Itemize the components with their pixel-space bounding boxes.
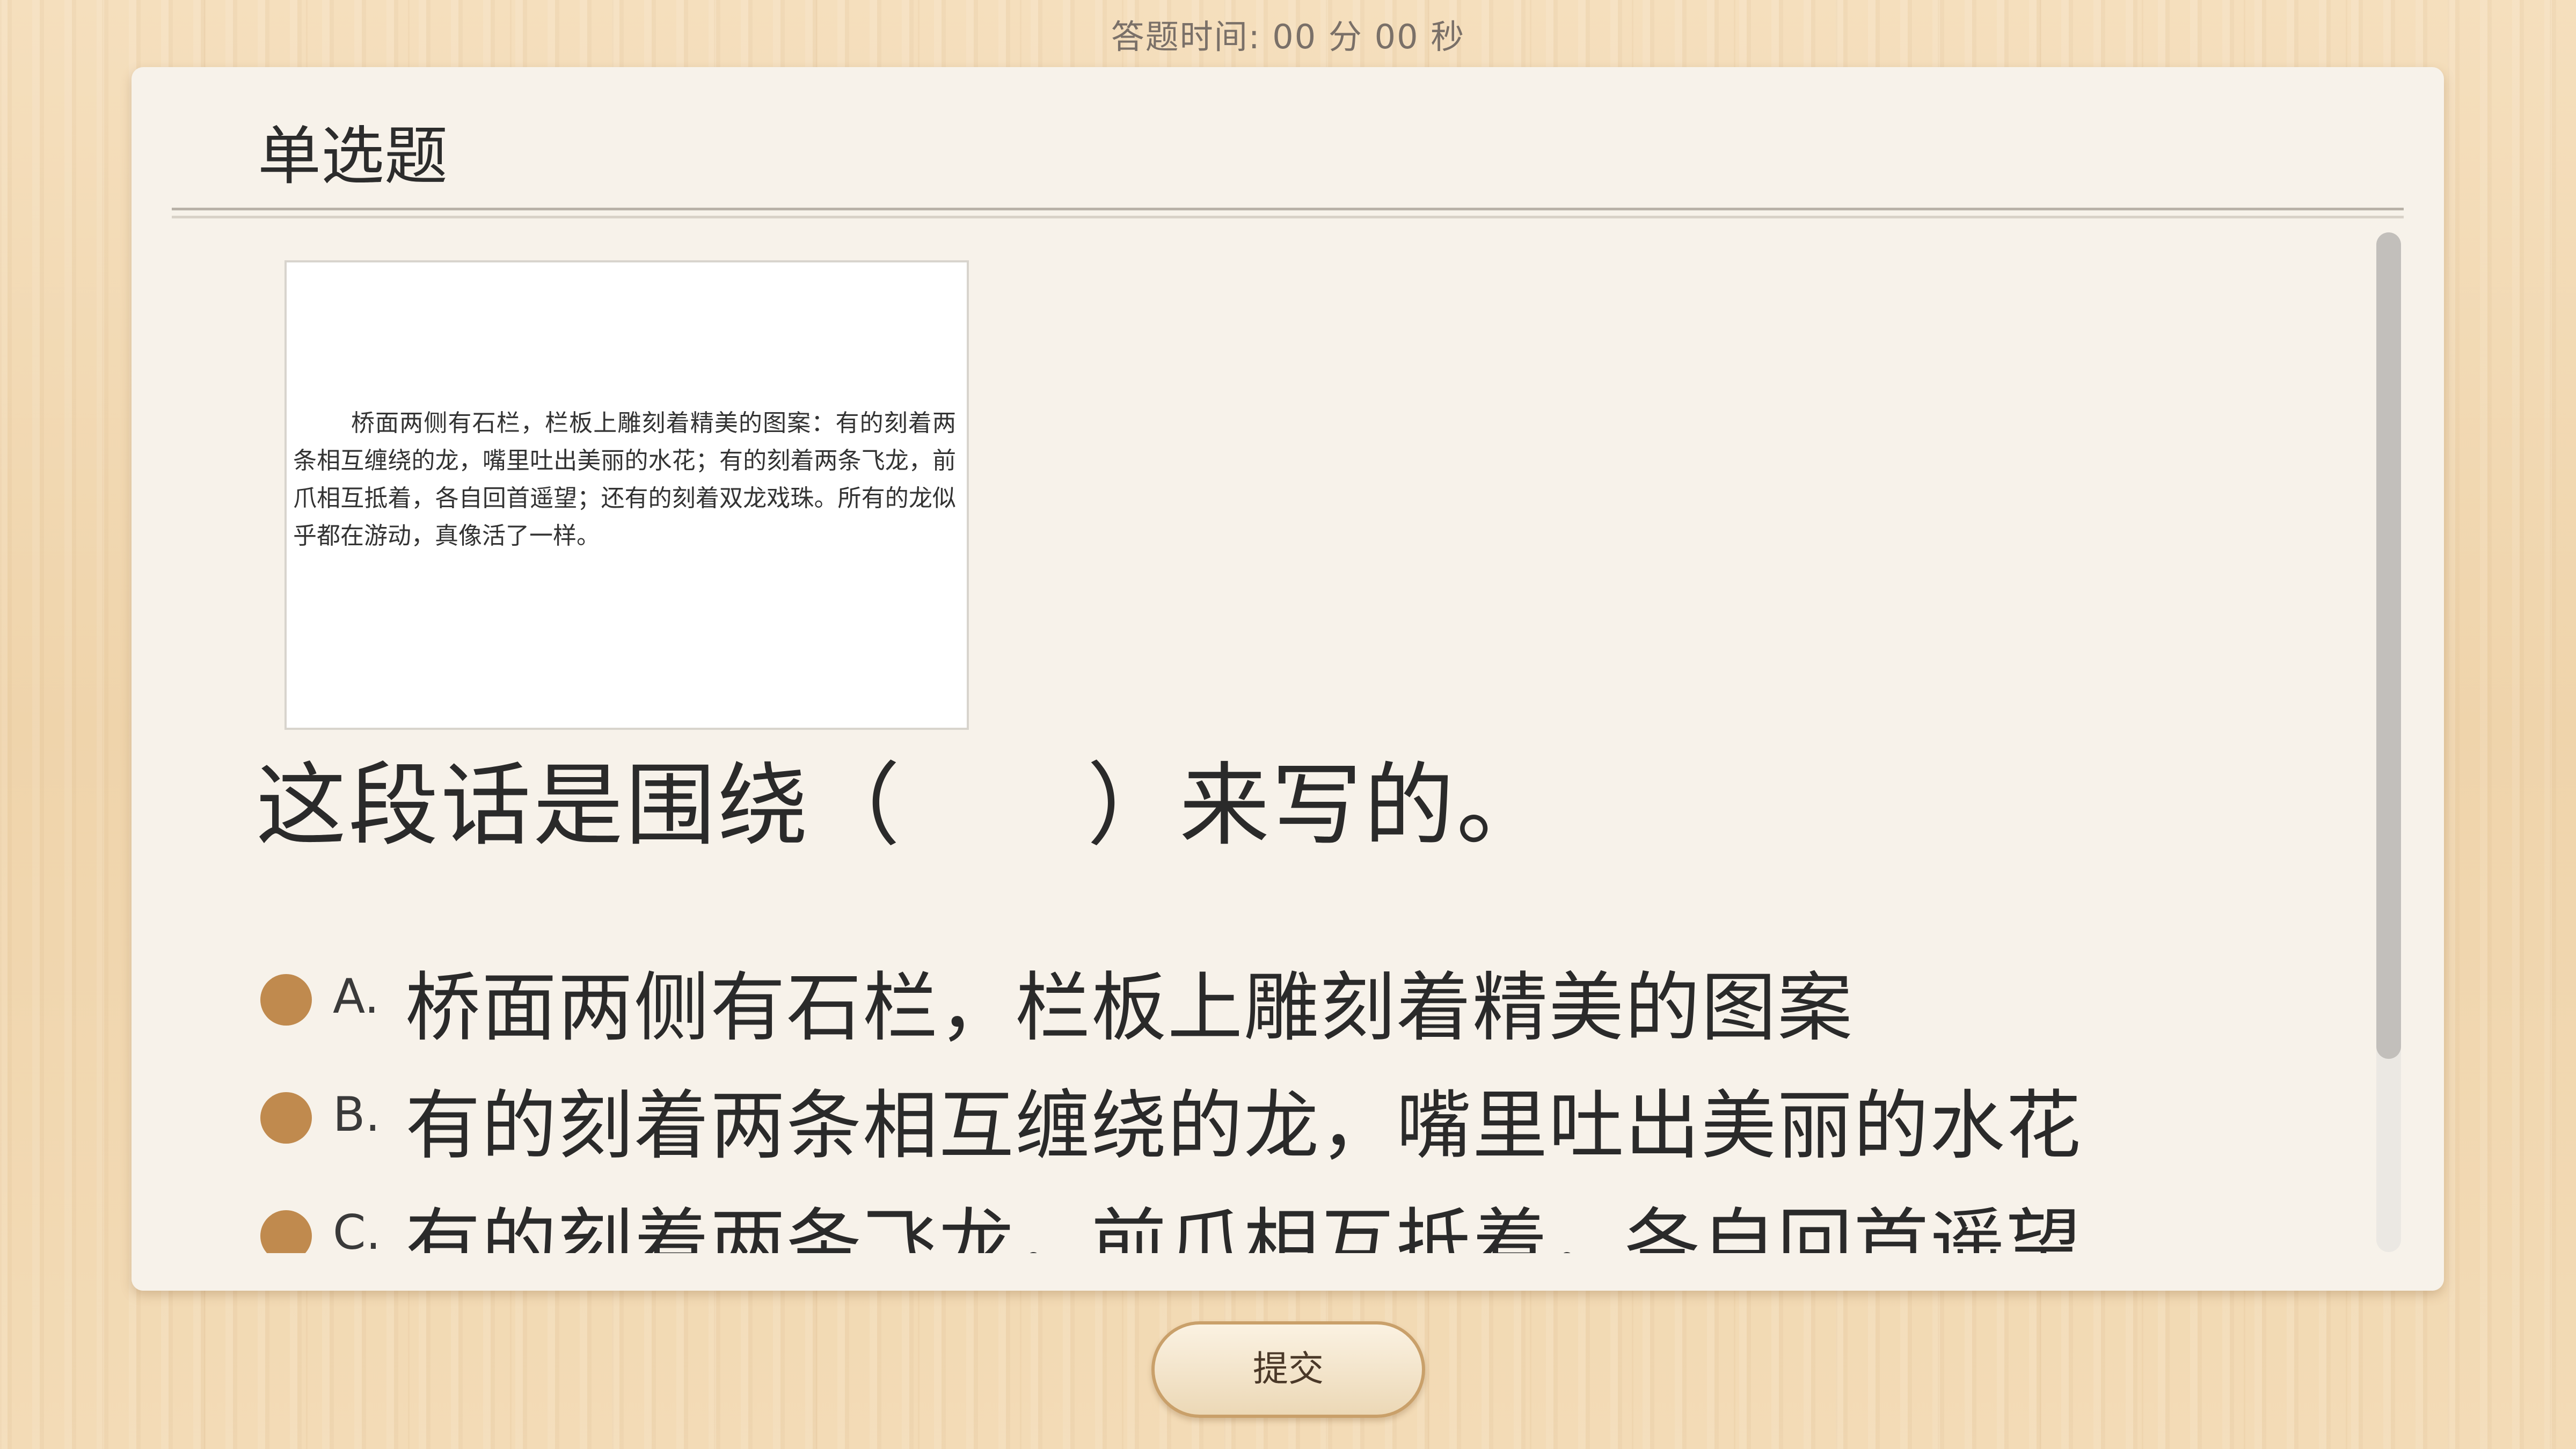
timer-minutes: 00 [1272,17,1317,56]
radio-button[interactable] [260,974,312,1026]
option-letter: C. [333,1205,381,1260]
option-text: 桥面两侧有石栏，栏板上雕刻着精美的图案 [405,964,1854,1052]
timer-seconds-unit: 秒 [1431,17,1465,56]
title-divider [172,208,2404,218]
passage-text: 桥面两侧有石栏，栏板上雕刻着精美的图案：有的刻着两条相互缠绕的龙，嘴里吐出美丽的… [293,409,956,550]
option-letter: A. [333,969,380,1024]
timer-seconds: 00 [1374,17,1419,56]
question-card: 单选题 桥面两侧有石栏，栏板上雕刻着精美的图案：有的刻着两条相互缠绕的龙，嘴里吐… [132,67,2444,1291]
scrollbar-track[interactable] [2376,232,2401,1252]
timer-label: 答题时间: [1111,17,1261,56]
content-clip-edge [132,1253,2444,1291]
submit-button[interactable]: 提交 [1151,1321,1425,1418]
option-text: 有的刻着两条相互缠绕的龙，嘴里吐出美丽的水花 [405,1082,2083,1170]
question-type-title: 单选题 [258,119,448,193]
scrollbar-thumb[interactable] [2376,232,2401,1059]
question-text: 这段话是围绕（ ）来写的。 [256,753,1549,858]
radio-button[interactable] [260,1092,312,1144]
passage-image: 桥面两侧有石栏，栏板上雕刻着精美的图案：有的刻着两条相互缠绕的龙，嘴里吐出美丽的… [284,260,969,730]
option-letter: B. [333,1087,381,1142]
timer-minutes-unit: 分 [1328,17,1363,56]
answer-timer: 答题时间: 00 分 00 秒 [0,10,2576,58]
